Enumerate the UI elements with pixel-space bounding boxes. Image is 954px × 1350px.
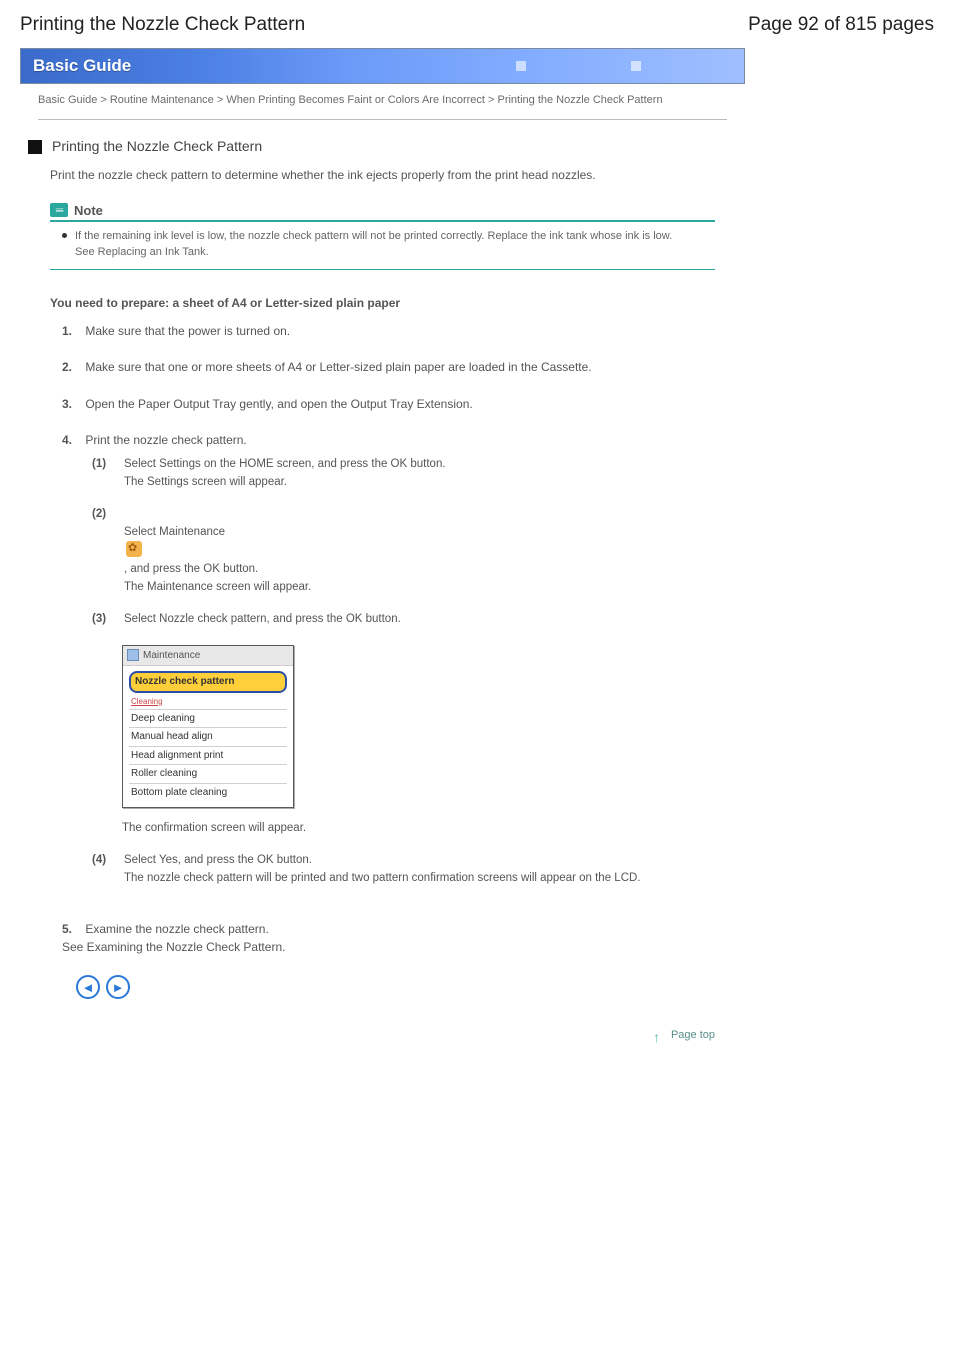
step-text: Make sure that the power is turned on. (85, 324, 290, 338)
banner-marker-icon (631, 61, 641, 71)
step-5: 5. Examine the nozzle check pattern. See… (62, 920, 715, 975)
substep-text-after: , and press the OK button. The Maintenan… (124, 563, 311, 593)
lcd-item: Deep cleaning (129, 710, 287, 729)
substep-number: (1) (92, 456, 116, 492)
note-divider-top (50, 220, 715, 222)
step-text: Open the Paper Output Tray gently, and o… (85, 397, 472, 411)
up-arrow-icon: ↑ (653, 1029, 665, 1041)
lcd-item: Roller cleaning (129, 765, 287, 784)
step-3: 3. Open the Paper Output Tray gently, an… (62, 395, 715, 432)
lcd-item-selected: Nozzle check pattern (129, 671, 287, 693)
note-icon: ≡≡ (50, 203, 68, 217)
step-text: Print the nozzle check pattern. (85, 433, 246, 447)
step-1: 1. Make sure that the power is turned on… (62, 322, 715, 359)
lcd-item: Bottom plate cleaning (129, 784, 287, 802)
section-heading: Printing the Nozzle Check Pattern (52, 138, 262, 154)
note-box: ≡≡ Note If the remaining ink level is lo… (50, 203, 715, 270)
substep-number: (2) (92, 506, 116, 597)
maintenance-icon (126, 541, 142, 557)
substep-text: Select Maintenance , and press the OK bu… (124, 506, 311, 597)
prev-arrow-icon[interactable]: ◄ (76, 975, 100, 999)
banner-label: Basic Guide (33, 56, 131, 76)
intro-text: Print the nozzle check pattern to determ… (20, 162, 745, 203)
after-lcd-text: The confirmation screen will appear. (92, 808, 715, 852)
note-body-text: If the remaining ink level is low, the n… (75, 228, 672, 261)
banner-marker-icon (516, 61, 526, 71)
page-top-label: Page top (671, 1029, 715, 1041)
page-count: Page 92 of 815 pages (748, 14, 934, 36)
basic-guide-banner: Basic Guide (20, 48, 745, 84)
substep-text: Select Nozzle check pattern, and press t… (124, 611, 401, 629)
step-number: 1. (62, 322, 82, 341)
step-number: 5. (62, 920, 82, 939)
substep-2: (2) Select Maintenance , and press the O… (92, 506, 715, 611)
next-arrow-icon[interactable]: ► (106, 975, 130, 999)
note-label: Note (74, 203, 103, 218)
square-bullet-icon (28, 140, 42, 154)
page-top-link[interactable]: ↑ Page top (20, 1009, 745, 1061)
step-2: 2. Make sure that one or more sheets of … (62, 358, 715, 395)
step-number: 2. (62, 358, 82, 377)
step-number: 4. (62, 431, 82, 450)
substep-text: Select Settings on the HOME screen, and … (124, 456, 446, 492)
step-4: 4. Print the nozzle check pattern. (1) S… (62, 431, 715, 919)
lcd-item: Manual head align (129, 728, 287, 747)
substep-text: Select Yes, and press the OK button. The… (124, 852, 641, 888)
step-number: 3. (62, 395, 82, 414)
nav-icons-group: ◄ ► (76, 975, 130, 999)
step-text: Examine the nozzle check pattern. See Ex… (62, 922, 285, 955)
lcd-item: Cleaning (129, 695, 287, 710)
substep-text-before: Select Maintenance (124, 526, 225, 538)
lcd-title-icon (127, 649, 139, 661)
lcd-maintenance-screen: Maintenance Nozzle check pattern Cleanin… (122, 645, 294, 809)
substep-3: (3) Select Nozzle check pattern, and pre… (92, 611, 715, 643)
lcd-item: Head alignment print (129, 747, 287, 766)
prepare-text: You need to prepare: a sheet of A4 or Le… (20, 278, 745, 316)
substep-4: (4) Select Yes, and press the OK button.… (92, 852, 715, 902)
step-text: Make sure that one or more sheets of A4 … (85, 360, 591, 374)
substep-1: (1) Select Settings on the HOME screen, … (92, 456, 715, 506)
substep-number: (3) (92, 611, 116, 629)
divider (38, 119, 727, 120)
substep-number: (4) (92, 852, 116, 888)
bullet-icon (62, 233, 67, 238)
page-title-left: Printing the Nozzle Check Pattern (20, 14, 305, 36)
lcd-title-text: Maintenance (143, 648, 200, 664)
breadcrumb: Basic Guide > Routine Maintenance > When… (20, 84, 745, 119)
note-divider-bottom (50, 269, 715, 270)
